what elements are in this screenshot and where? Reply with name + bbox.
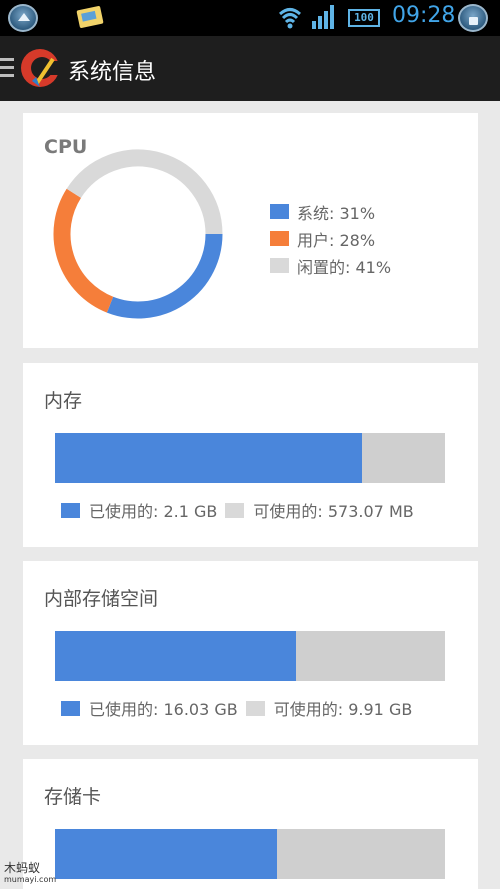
status-bar: 100 09:28 bbox=[0, 0, 500, 36]
cpu-slice-user bbox=[53, 188, 114, 313]
cpu-slice-idle bbox=[66, 149, 223, 235]
cpu-slice-system bbox=[106, 233, 223, 319]
sd-card-title: 存储卡 bbox=[44, 786, 102, 808]
cpu-legend: 系统: 31% 用户: 28% 闲置的: 41% bbox=[270, 198, 391, 279]
used-swatch bbox=[61, 502, 80, 518]
legend-swatch-system bbox=[270, 204, 289, 219]
ccleaner-logo-icon[interactable] bbox=[20, 47, 62, 89]
internal-storage-used-bar bbox=[55, 631, 297, 681]
memory-free-label: 可使用的: 573.07 MB bbox=[253, 502, 414, 521]
clock: 09:28 bbox=[392, 3, 456, 28]
legend-item-system: 系统: 31% bbox=[270, 198, 391, 225]
lock-icon[interactable] bbox=[458, 4, 488, 32]
app-bar: 系统信息 bbox=[0, 36, 500, 101]
watermark-line1: 木蚂蚁 bbox=[4, 861, 41, 875]
internal-storage-legend: 已使用的: 16.03 GB 可使用的: 9.91 GB bbox=[61, 696, 412, 720]
sd-card-used-bar bbox=[55, 829, 277, 879]
legend-item-user: 用户: 28% bbox=[270, 225, 391, 252]
memory-bar bbox=[55, 433, 445, 483]
cpu-card: CPU 系统: 31% 用户: 28% 闲置的: 41% bbox=[23, 113, 478, 348]
sd-card-card: 存储卡 bbox=[23, 759, 478, 889]
memory-card-title: 内存 bbox=[44, 390, 83, 412]
legend-swatch-idle bbox=[270, 258, 289, 273]
legend-label-user: 用户: 28% bbox=[297, 230, 376, 250]
cpu-donut-chart bbox=[53, 149, 223, 319]
legend-label-idle: 闲置的: 41% bbox=[297, 257, 392, 277]
legend-swatch-user bbox=[270, 231, 289, 246]
memory-card: 内存 已使用的: 2.1 GB 可使用的: 573.07 MB bbox=[23, 363, 478, 547]
sd-card-bar bbox=[55, 829, 445, 879]
internal-storage-bar bbox=[55, 631, 445, 681]
free-swatch bbox=[245, 700, 265, 716]
legend-label-system: 系统: 31% bbox=[297, 203, 376, 223]
watermark-line2: mumayi.com bbox=[4, 875, 57, 884]
signal-icon bbox=[312, 5, 334, 29]
page-title: 系统信息 bbox=[68, 60, 157, 85]
internal-storage-used-label: 已使用的: 16.03 GB bbox=[89, 700, 238, 719]
home-icon[interactable] bbox=[8, 4, 38, 32]
watermark: 木蚂蚁 mumayi.com bbox=[4, 861, 57, 885]
wifi-icon bbox=[278, 8, 302, 29]
internal-storage-free-label: 可使用的: 9.91 GB bbox=[273, 700, 413, 719]
notes-icon[interactable] bbox=[76, 5, 104, 29]
used-swatch bbox=[61, 700, 80, 716]
memory-used-bar bbox=[55, 433, 362, 483]
battery-icon: 100 bbox=[348, 9, 380, 27]
internal-storage-title: 内部存储空间 bbox=[44, 588, 159, 610]
memory-used-label: 已使用的: 2.1 GB bbox=[89, 502, 218, 521]
internal-storage-card: 内部存储空间 已使用的: 16.03 GB 可使用的: 9.91 GB bbox=[23, 561, 478, 745]
memory-legend: 已使用的: 2.1 GB 可使用的: 573.07 MB bbox=[61, 498, 414, 522]
menu-icon[interactable] bbox=[0, 58, 14, 78]
legend-item-idle: 闲置的: 41% bbox=[270, 252, 391, 279]
free-swatch bbox=[225, 502, 245, 518]
